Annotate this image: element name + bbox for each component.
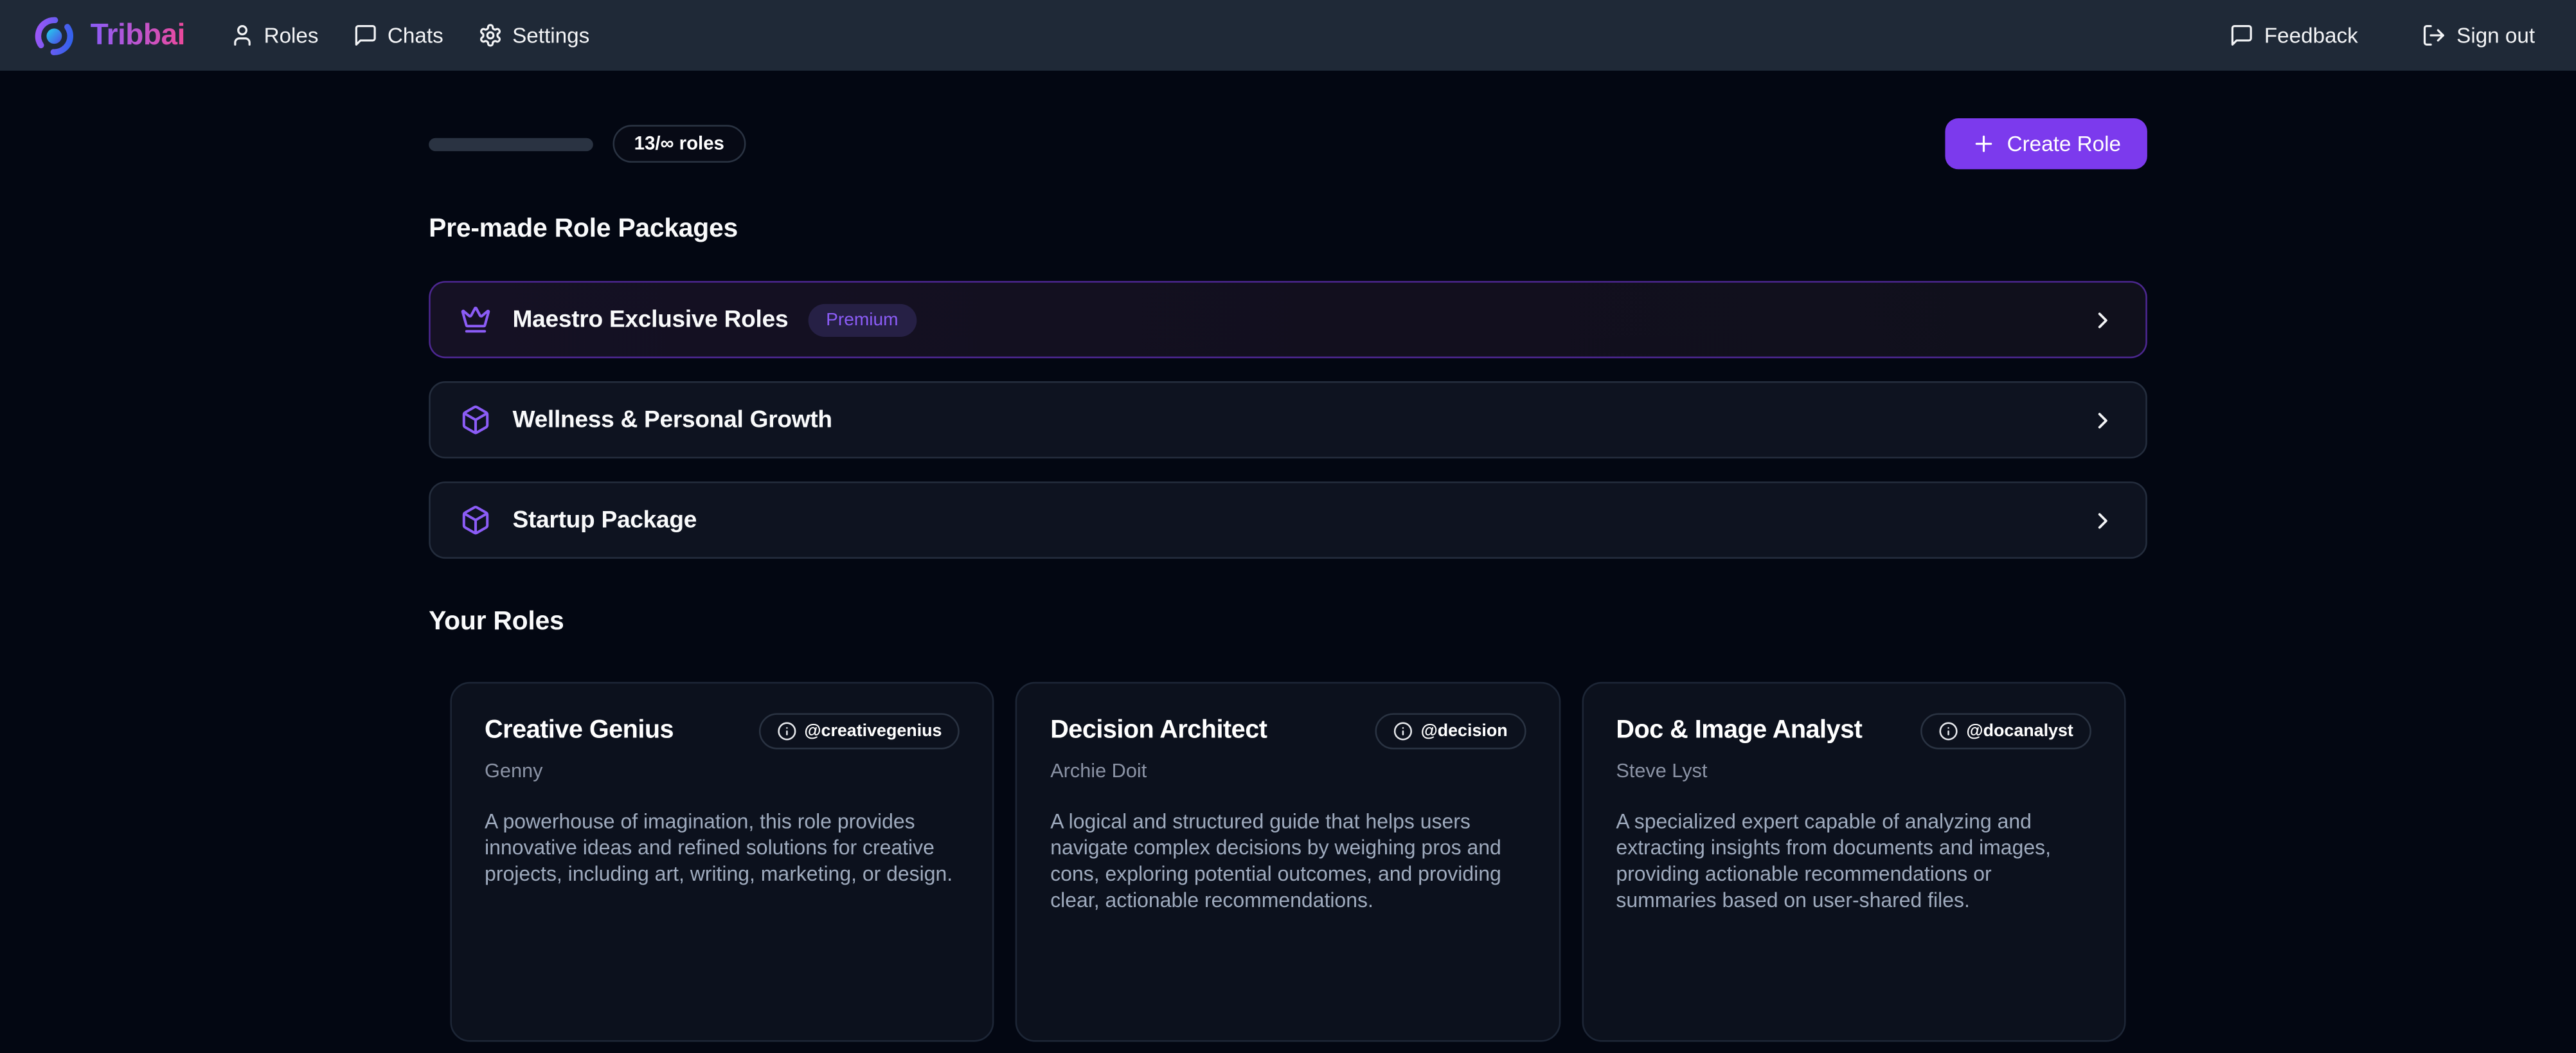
app-window: Tribbai Roles Chats xyxy=(0,0,2576,1053)
logout-icon xyxy=(2422,23,2446,48)
top-navigation-bar: Tribbai Roles Chats xyxy=(0,0,2576,71)
role-card-description: A specialized expert capable of analyzin… xyxy=(1616,809,2091,914)
package-label: Wellness & Personal Growth xyxy=(513,407,832,433)
chevron-right-icon xyxy=(2089,507,2116,534)
role-card-title: Decision Architect xyxy=(1050,716,1267,746)
role-handle-badge[interactable]: @docanalyst xyxy=(1920,713,2091,749)
package-label: Startup Package xyxy=(513,507,697,534)
info-icon xyxy=(1393,721,1413,741)
user-icon xyxy=(229,23,254,48)
main-nav: Roles Chats Settings xyxy=(229,23,589,48)
role-card-doc-image-analyst[interactable]: Doc & Image Analyst @docanalyst Steve Ly… xyxy=(1582,682,2126,1042)
your-roles-section-title: Your Roles xyxy=(429,608,2147,638)
brand-logo[interactable]: Tribbai xyxy=(33,14,185,57)
role-card-title: Doc & Image Analyst xyxy=(1616,716,1862,746)
info-icon xyxy=(776,721,796,741)
role-card-creative-genius[interactable]: Creative Genius @creativegenius Genny A … xyxy=(450,682,994,1042)
role-card-subtitle: Archie Doit xyxy=(1050,759,1526,782)
chevron-right-icon xyxy=(2089,407,2116,433)
role-handle: @docanalyst xyxy=(1966,721,2073,741)
nav-label: Settings xyxy=(512,23,589,48)
package-list: Maestro Exclusive Roles Premium Wellness… xyxy=(429,281,2147,559)
packages-section-title: Pre-made Role Packages xyxy=(429,215,2147,245)
info-icon xyxy=(1938,721,1958,741)
roles-progress-bar xyxy=(429,137,593,150)
brand-logo-icon xyxy=(33,14,75,57)
sign-out-button[interactable]: Sign out xyxy=(2422,23,2535,48)
nav-item-chats[interactable]: Chats xyxy=(353,23,443,48)
package-icon xyxy=(460,505,492,536)
role-handle-badge[interactable]: @decision xyxy=(1375,713,1526,749)
role-card-subtitle: Steve Lyst xyxy=(1616,759,2091,782)
role-card-description: A powerhouse of imagination, this role p… xyxy=(485,809,960,888)
main-content: 13/∞ roles Create Role Pre-made Role Pac… xyxy=(429,118,2147,1053)
role-handle: @creativegenius xyxy=(804,721,942,741)
brand-name: Tribbai xyxy=(91,18,185,53)
role-card-decision-architect[interactable]: Decision Architect @decision Archie Doit… xyxy=(1016,682,1561,1042)
role-cards-grid: Creative Genius @creativegenius Genny A … xyxy=(450,682,2125,1042)
package-icon xyxy=(460,404,492,436)
roles-header: 13/∞ roles Create Role xyxy=(429,118,2147,169)
role-card-subtitle: Genny xyxy=(485,759,960,782)
package-row-wellness[interactable]: Wellness & Personal Growth xyxy=(429,381,2147,458)
roles-count-badge: 13/∞ roles xyxy=(613,125,746,163)
package-row-startup[interactable]: Startup Package xyxy=(429,482,2147,559)
premium-badge: Premium xyxy=(808,303,917,336)
nav-item-settings[interactable]: Settings xyxy=(478,23,589,48)
create-role-label: Create Role xyxy=(2007,131,2121,156)
chevron-right-icon xyxy=(2089,307,2116,333)
action-label: Feedback xyxy=(2264,23,2358,48)
feedback-icon xyxy=(2230,23,2254,48)
role-card-description: A logical and structured guide that help… xyxy=(1050,809,1526,914)
package-label: Maestro Exclusive Roles xyxy=(513,307,789,333)
nav-item-roles[interactable]: Roles xyxy=(229,23,319,48)
nav-label: Roles xyxy=(264,23,319,48)
action-label: Sign out xyxy=(2456,23,2535,48)
package-row-maestro[interactable]: Maestro Exclusive Roles Premium xyxy=(429,281,2147,358)
nav-label: Chats xyxy=(388,23,443,48)
role-handle-badge[interactable]: @creativegenius xyxy=(758,713,960,749)
gear-icon xyxy=(478,23,502,48)
create-role-button[interactable]: Create Role xyxy=(1944,118,2147,169)
feedback-button[interactable]: Feedback xyxy=(2230,23,2358,48)
role-handle: @decision xyxy=(1421,721,1508,741)
topbar-actions: Feedback Sign out xyxy=(2230,23,2535,48)
crown-icon xyxy=(460,304,492,336)
plus-icon xyxy=(1971,131,1995,156)
chat-icon xyxy=(353,23,377,48)
role-card-title: Creative Genius xyxy=(485,716,674,746)
